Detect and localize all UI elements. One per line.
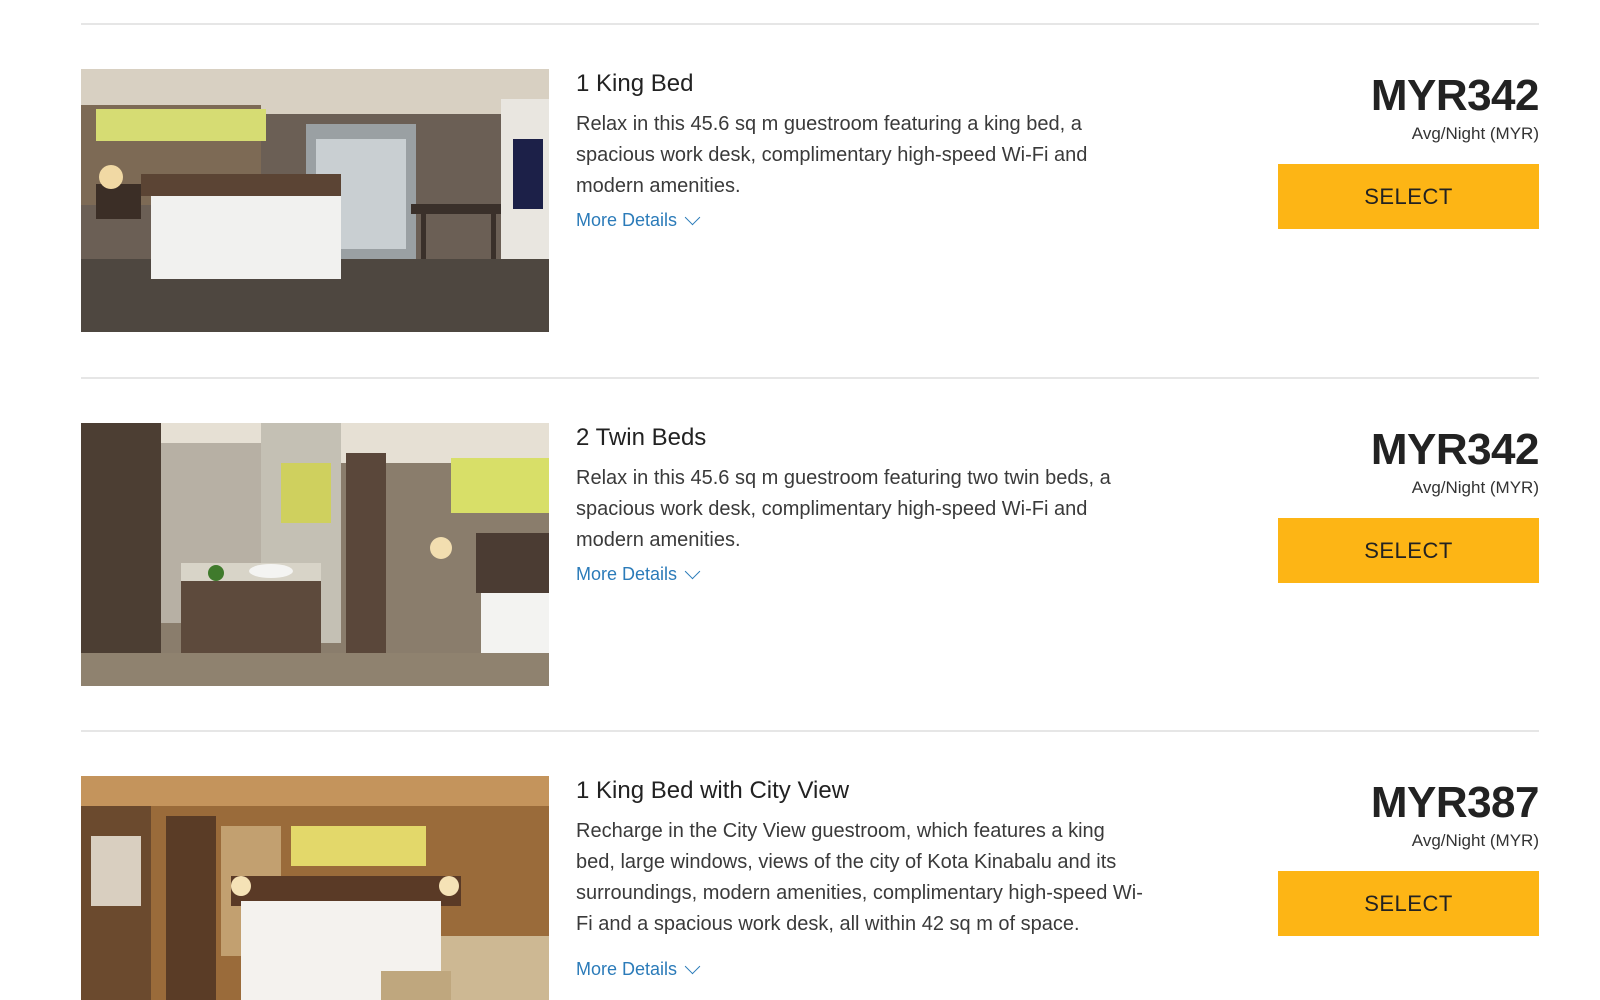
room-title: 1 King Bed bbox=[576, 70, 694, 97]
room-info: 1 King Bed Relax in this 45.6 sq m guest… bbox=[576, 69, 1146, 232]
room-price: MYR342 bbox=[1370, 425, 1540, 474]
price-note: Avg/Night (MYR) bbox=[1411, 124, 1539, 143]
more-details-label: More Details bbox=[576, 564, 678, 584]
room-description: Relax in this 45.6 sq m guestroom featur… bbox=[576, 467, 1111, 551]
price-note: Avg/Night (MYR) bbox=[1411, 478, 1539, 497]
room-photo[interactable] bbox=[81, 776, 549, 1000]
room-description-container: Recharge in the City View guestroom, whi… bbox=[576, 816, 1146, 955]
room-info: 1 King Bed with City View Recharge in th… bbox=[576, 776, 1146, 981]
select-button[interactable]: SELECT bbox=[1278, 164, 1539, 229]
divider bbox=[81, 730, 1539, 732]
more-details-link[interactable]: More Details bbox=[576, 208, 701, 232]
room-photo[interactable] bbox=[81, 69, 549, 332]
select-button[interactable]: SELECT bbox=[1278, 871, 1539, 936]
more-details-label: More Details bbox=[576, 210, 678, 230]
price-block: MYR342 Avg/Night (MYR) bbox=[1239, 71, 1540, 145]
room-description: Recharge in the City View guestroom, whi… bbox=[576, 820, 1143, 935]
divider bbox=[81, 23, 1539, 25]
price-block: MYR387 Avg/Night (MYR) bbox=[1239, 778, 1540, 852]
chevron-down-icon bbox=[684, 563, 701, 579]
room-photo-image bbox=[81, 776, 549, 1000]
divider bbox=[81, 377, 1539, 379]
chevron-down-icon bbox=[684, 958, 701, 974]
room-title: 1 King Bed with City View bbox=[576, 777, 850, 804]
room-price: MYR342 bbox=[1370, 71, 1540, 120]
room-card-1-king-bed-city-view: 1 King Bed with City View Recharge in th… bbox=[81, 776, 1540, 1000]
room-photo-image bbox=[81, 423, 549, 686]
chevron-down-icon bbox=[684, 209, 701, 225]
more-details-link[interactable]: More Details bbox=[576, 562, 701, 586]
room-description: Relax in this 45.6 sq m guestroom featur… bbox=[576, 113, 1088, 197]
price-note: Avg/Night (MYR) bbox=[1411, 831, 1539, 850]
room-price: MYR387 bbox=[1370, 778, 1540, 827]
room-title: 2 Twin Beds bbox=[576, 424, 707, 451]
more-details-label: More Details bbox=[576, 959, 678, 979]
room-photo[interactable] bbox=[81, 423, 549, 686]
more-details-link[interactable]: More Details bbox=[576, 957, 701, 981]
room-results-page: 1 King Bed Relax in this 45.6 sq m guest… bbox=[0, 0, 1600, 1000]
room-info: 2 Twin Beds Relax in this 45.6 sq m gues… bbox=[576, 423, 1146, 586]
room-card-1-king-bed: 1 King Bed Relax in this 45.6 sq m guest… bbox=[81, 69, 1540, 333]
price-block: MYR342 Avg/Night (MYR) bbox=[1239, 425, 1540, 499]
select-button[interactable]: SELECT bbox=[1278, 518, 1539, 583]
room-photo-image bbox=[81, 69, 549, 332]
room-card-2-twin-beds: 2 Twin Beds Relax in this 45.6 sq m gues… bbox=[81, 423, 1540, 687]
